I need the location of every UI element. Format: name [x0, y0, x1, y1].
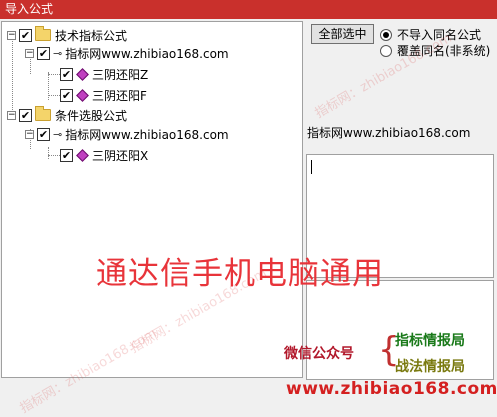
import-formula-dialog: 导入公式 − ✔ 技术指标公式 − ✔ ⊸ 指标网www.zhibiao168.… [0, 0, 497, 417]
tree-node-label: 指标网www.zhibiao168.com [65, 46, 229, 61]
text-caret [311, 160, 312, 174]
tree-node-source2[interactable]: − ✔ ⊸ 指标网www.zhibiao168.com [25, 125, 229, 143]
tree-leaf-label: 三阴还阳F [92, 88, 147, 103]
window-title: 导入公式 [0, 0, 497, 19]
tag-indicator-bureau: 指标情报局 [395, 333, 465, 349]
tag-tactics-bureau: 战法情报局 [395, 359, 465, 375]
tree-line [12, 36, 13, 116]
tree-node-group1[interactable]: − ✔ 技术指标公式 [7, 26, 127, 44]
folder-icon [35, 106, 51, 121]
checkbox-item[interactable]: ✔ [60, 148, 73, 162]
formula-icon [76, 67, 89, 81]
wechat-label: 微信公众号 [284, 346, 354, 362]
radio-button-icon[interactable] [380, 28, 392, 41]
formula-icon [76, 148, 89, 162]
checkbox-group2[interactable]: ✔ [19, 108, 32, 122]
key-icon: ⊸ [53, 46, 63, 60]
tree-leaf-item[interactable]: ✔ 三阴还阳F [60, 86, 147, 104]
collapse-toggle[interactable]: − [25, 48, 34, 58]
tree-node-group2[interactable]: − ✔ 条件选股公式 [7, 106, 127, 124]
tree-node-source1[interactable]: − ✔ ⊸ 指标网www.zhibiao168.com [25, 44, 229, 62]
tree-line [48, 147, 49, 159]
collapse-toggle[interactable]: − [25, 129, 34, 139]
overlay-headline: 通达信手机电脑通用 [96, 256, 384, 292]
site-url: www.zhibiao168.com [286, 379, 497, 399]
checkbox-item[interactable]: ✔ [60, 67, 73, 81]
tree-node-label: 条件选股公式 [55, 108, 128, 123]
tree-leaf-label: 三阴还阳X [92, 148, 149, 163]
select-all-button[interactable]: 全部选中 [311, 24, 374, 44]
checkbox-item[interactable]: ✔ [60, 88, 73, 102]
checkbox-group1[interactable]: ✔ [19, 28, 32, 42]
tree-leaf-item[interactable]: ✔ 三阴还阳Z [60, 65, 148, 83]
formula-source-name: 指标网www.zhibiao168.com [307, 126, 471, 140]
key-icon: ⊸ [53, 127, 63, 141]
formula-icon [76, 88, 89, 102]
collapse-toggle[interactable]: − [7, 30, 16, 40]
tree-node-label: 指标网www.zhibiao168.com [65, 127, 229, 142]
checkbox-source2[interactable]: ✔ [37, 127, 50, 141]
tree-leaf-item[interactable]: ✔ 三阴还阳X [60, 146, 148, 164]
radio-button-icon[interactable] [380, 44, 392, 57]
checkbox-source1[interactable]: ✔ [37, 46, 50, 60]
collapse-toggle[interactable]: − [7, 110, 16, 120]
tree-node-label: 技术指标公式 [55, 28, 128, 43]
tree-leaf-label: 三阴还阳Z [92, 67, 149, 82]
folder-icon [35, 26, 51, 41]
